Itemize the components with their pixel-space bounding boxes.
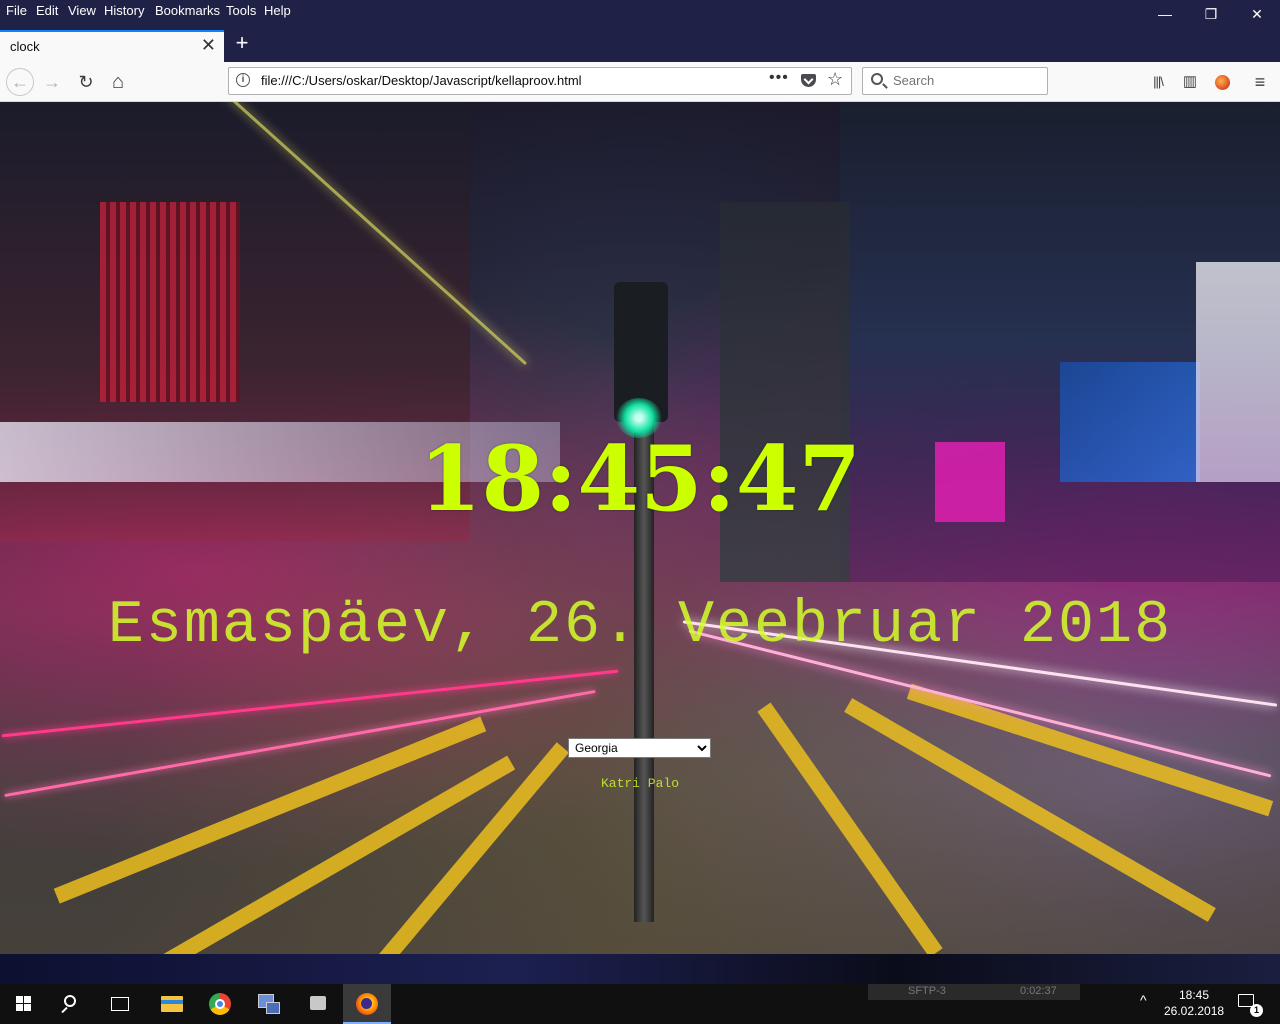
computer-network-icon-second	[266, 1002, 280, 1014]
desktop-background-strip	[0, 954, 1280, 984]
background-window-title: SFTP-3 0:02:37	[868, 984, 1080, 1000]
font-select[interactable]: Georgia	[568, 738, 711, 758]
ghost-window-timer: 0:02:37	[1020, 985, 1057, 997]
menu-tools[interactable]: Tools	[226, 3, 256, 18]
clock-date: Esmaspäev, 26. Veebruar 2018	[107, 592, 1173, 660]
page-actions-icon[interactable]: •••	[769, 69, 789, 87]
reload-button[interactable]: ↻	[72, 68, 100, 96]
url-text[interactable]: file:///C:/Users/oskar/Desktop/Javascrip…	[261, 73, 582, 88]
show-hidden-icons-chevron-icon[interactable]: ^	[1140, 992, 1147, 1008]
search-icon-handle	[61, 1006, 68, 1014]
tab-title: clock	[10, 39, 40, 54]
system-clock-time: 18:45	[1178, 988, 1210, 1002]
chrome-icon-center	[215, 999, 225, 1009]
file-explorer-button[interactable]	[148, 984, 196, 1024]
tab-strip: clock ✕ +	[0, 22, 1280, 62]
system-clock-date: 26.02.2018	[1164, 1004, 1225, 1018]
menu-help[interactable]: Help	[264, 3, 291, 18]
firefox-icon-globe	[361, 998, 372, 1009]
network-app-button[interactable]	[244, 984, 292, 1024]
lock-app-button[interactable]	[294, 984, 342, 1024]
search-input[interactable]	[893, 71, 1033, 90]
home-button[interactable]: ⌂	[104, 68, 132, 96]
library-icon[interactable]: |||\	[1144, 68, 1172, 96]
author-credit: Katri Palo	[600, 776, 679, 791]
tab-clock[interactable]: clock ✕	[0, 30, 224, 62]
clock-time: 18:45:47	[418, 426, 862, 532]
site-info-icon[interactable]: i	[236, 73, 250, 87]
menu-file[interactable]: File	[6, 3, 27, 18]
bookmark-star-icon[interactable]: ☆	[827, 69, 843, 90]
search-taskbar-button[interactable]	[48, 984, 96, 1024]
menu-history[interactable]: History	[104, 3, 144, 18]
menu-bookmarks[interactable]: Bookmarks	[155, 3, 220, 18]
ghost-window-title: SFTP-3	[908, 985, 946, 997]
extension-icon[interactable]	[1208, 68, 1236, 96]
taskbar: SFTP-3 0:02:37 ^ 18:45 26.02.2018 1	[0, 984, 1280, 1024]
firefox-taskbar-button[interactable]	[343, 984, 391, 1024]
menu-edit[interactable]: Edit	[36, 3, 58, 18]
url-bar[interactable]: i file:///C:/Users/oskar/Desktop/Javascr…	[228, 67, 852, 95]
task-view-button[interactable]	[96, 984, 144, 1024]
search-icon	[871, 73, 883, 85]
chrome-taskbar-button[interactable]	[196, 984, 244, 1024]
folder-icon-band	[161, 1000, 183, 1004]
folder-icon	[161, 996, 183, 1012]
notification-count-badge: 1	[1250, 1004, 1263, 1017]
search-bar[interactable]	[862, 67, 1048, 95]
menu-view[interactable]: View	[68, 3, 96, 18]
task-view-icon	[111, 997, 129, 1011]
menu-bar: File Edit View History Bookmarks Tools H…	[0, 0, 1280, 22]
new-tab-button[interactable]: +	[232, 30, 252, 58]
system-clock[interactable]: 18:45 26.02.2018	[1164, 987, 1224, 1019]
background-neon-sign-left	[100, 202, 240, 402]
navigation-toolbar: ← → ↻ ⌂ i file:///C:/Users/oskar/Desktop…	[0, 62, 1280, 102]
pocket-icon[interactable]	[801, 74, 816, 87]
page-content: 18:45:47 Esmaspäev, 26. Veebruar 2018 Ge…	[0, 102, 1280, 954]
lock-icon	[310, 996, 326, 1010]
back-button[interactable]: ←	[6, 68, 34, 96]
start-button[interactable]	[0, 984, 48, 1024]
sidebar-icon[interactable]: ▥	[1176, 68, 1204, 96]
search-icon	[64, 995, 76, 1007]
hamburger-menu-icon[interactable]: ≡	[1246, 68, 1274, 96]
tab-close-icon[interactable]: ✕	[201, 35, 216, 56]
windows-logo-icon	[16, 996, 32, 1012]
forward-button[interactable]: →	[38, 68, 66, 96]
